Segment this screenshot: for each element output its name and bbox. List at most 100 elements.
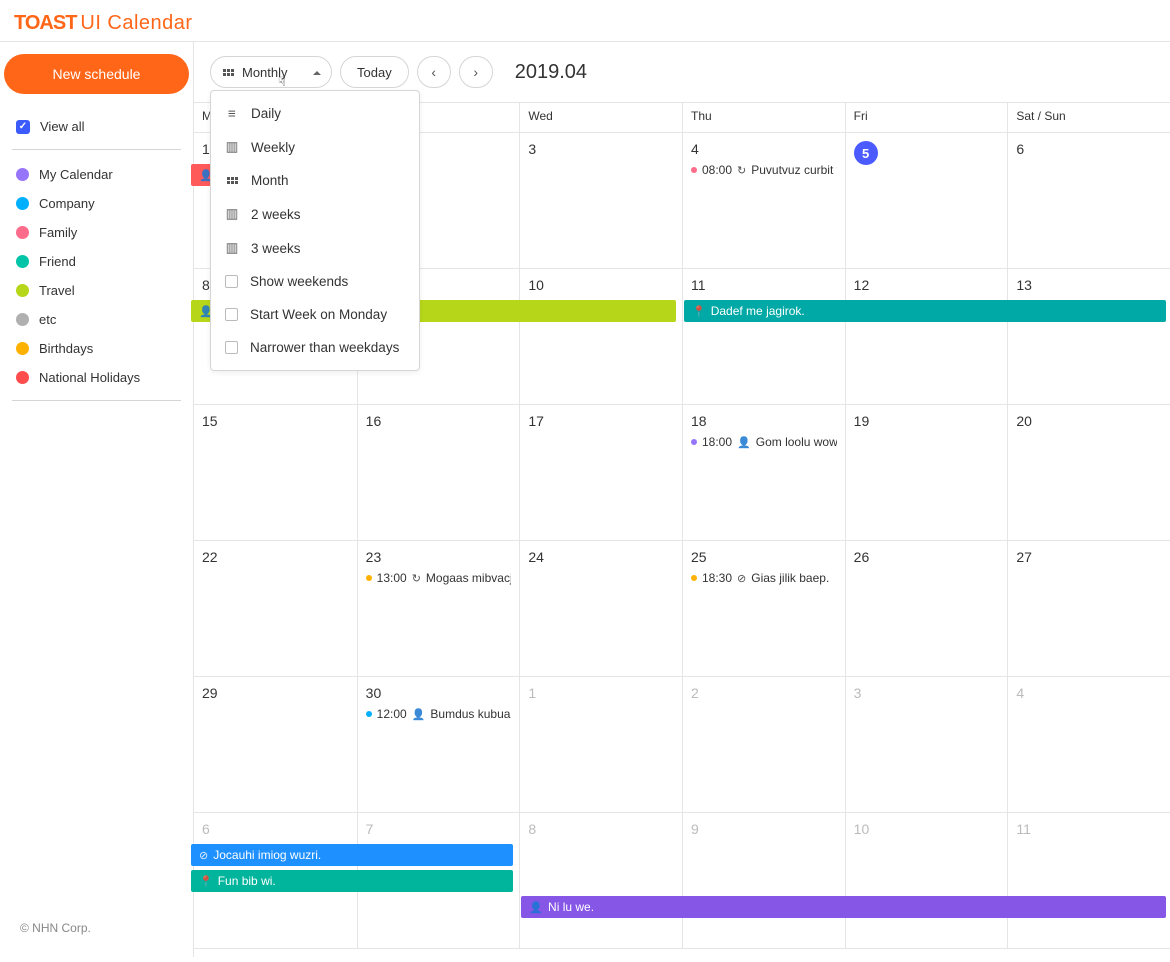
day-cell[interactable]: 1 (519, 677, 682, 813)
day-cell[interactable]: 10 (845, 813, 1008, 949)
day-cell[interactable]: 23 13:00 ↻ Mogaas mibvacjak l... (357, 541, 520, 677)
day-number: 1 (202, 141, 210, 157)
prev-button[interactable]: ‹ (417, 56, 451, 88)
event-type-icon: ↻ (737, 164, 746, 177)
day-cell[interactable]: 18 18:00 👤 Gom loolu wow. (682, 405, 845, 541)
event-item[interactable]: 13:00 ↻ Mogaas mibvacjak l... (366, 571, 512, 585)
menu-item[interactable]: ▥2 weeks (211, 197, 419, 231)
day-header: Sat / Sun (1007, 103, 1170, 133)
event-time: 13:00 (377, 571, 407, 585)
menu-icon: ▥ (225, 240, 239, 256)
menu-check-item[interactable]: Show weekends (211, 265, 419, 298)
day-number: 6 (1016, 141, 1024, 157)
day-number: 1 (528, 685, 536, 701)
day-cell[interactable]: 16 (357, 405, 520, 541)
menu-icon: ▥ (225, 206, 239, 222)
calendar-item[interactable]: etc (12, 305, 181, 334)
event-type-icon: 📍 (199, 875, 213, 888)
day-cell[interactable]: 11 (682, 269, 845, 405)
day-number: 12 (854, 277, 870, 293)
day-cell[interactable]: 10 (519, 269, 682, 405)
day-cell[interactable]: 27 (1007, 541, 1170, 677)
new-schedule-button[interactable]: New schedule (4, 54, 189, 94)
event-bar[interactable]: 👤Ni lu we. (521, 896, 1166, 918)
day-cell[interactable]: 24 (519, 541, 682, 677)
menu-item-label: Month (251, 173, 289, 188)
event-item[interactable]: 12:00 👤 Bumdus kubuagu z... (366, 707, 512, 721)
event-dot-icon (691, 439, 697, 445)
day-number: 17 (528, 413, 544, 429)
event-time: 18:00 (702, 435, 732, 449)
event-time: 12:00 (377, 707, 407, 721)
day-cell[interactable]: 5 (845, 133, 1008, 269)
event-item[interactable]: 18:30 ⊘ Gias jilik baep. (691, 571, 837, 585)
day-number: 11 (1016, 821, 1031, 837)
event-type-icon: ⊘ (737, 572, 746, 585)
day-cell[interactable]: 12 (845, 269, 1008, 405)
calendar-item[interactable]: Family (12, 218, 181, 247)
today-button[interactable]: Today (340, 56, 409, 88)
calendar-item[interactable]: Company (12, 189, 181, 218)
day-number: 4 (1016, 685, 1024, 701)
calendar-item-label: Family (39, 225, 77, 240)
day-cell[interactable]: 25 18:30 ⊘ Gias jilik baep. (682, 541, 845, 677)
day-cell[interactable]: 15 (194, 405, 357, 541)
event-title: Jocauhi imiog wuzri. (213, 848, 321, 862)
day-number: 18 (691, 413, 707, 429)
menu-check-item[interactable]: Start Week on Monday (211, 298, 419, 331)
color-dot-icon (16, 284, 29, 297)
event-title: Fun bib wi. (218, 874, 276, 888)
day-cell[interactable]: 4 (1007, 677, 1170, 813)
calendar-item[interactable]: Travel (12, 276, 181, 305)
day-cell[interactable]: 9 (682, 813, 845, 949)
calendar-item[interactable]: Friend (12, 247, 181, 276)
calendar-item[interactable]: National Holidays (12, 363, 181, 392)
calendar-item[interactable]: My Calendar (12, 160, 181, 189)
event-title: Gias jilik baep. (751, 571, 829, 585)
view-dropdown[interactable]: Monthly (210, 56, 332, 88)
checkbox-icon (225, 308, 238, 321)
color-dot-icon (16, 226, 29, 239)
day-cell[interactable]: 26 (845, 541, 1008, 677)
menu-item[interactable]: Month (211, 164, 419, 197)
day-number: 16 (366, 413, 382, 429)
next-button[interactable]: › (459, 56, 493, 88)
event-bar[interactable]: ⊘Jocauhi imiog wuzri. (191, 844, 513, 866)
calendar-item-label: etc (39, 312, 56, 327)
calendar-item[interactable]: Birthdays (12, 334, 181, 363)
day-header: Fri (845, 103, 1008, 133)
day-cell[interactable]: 2 (682, 677, 845, 813)
day-cell[interactable]: 17 (519, 405, 682, 541)
color-dot-icon (16, 168, 29, 181)
day-cell[interactable]: 13 (1007, 269, 1170, 405)
event-bar[interactable]: 📍 Fun bib wi. (191, 870, 513, 892)
day-cell[interactable]: 11 (1007, 813, 1170, 949)
event-dot-icon (366, 575, 372, 581)
day-cell[interactable]: 3 (519, 133, 682, 269)
period-label: 2019.04 (515, 61, 587, 84)
calendar-item-label: Friend (39, 254, 76, 269)
day-cell[interactable]: 4 08:00 ↻ Puvutvuz curbit fo. (682, 133, 845, 269)
day-cell[interactable]: 19 (845, 405, 1008, 541)
event-bar[interactable]: 📍Dadef me jagirok. (684, 300, 1166, 322)
event-title: Ni lu we. (548, 900, 594, 914)
event-item[interactable]: 08:00 ↻ Puvutvuz curbit fo. (691, 163, 837, 177)
menu-item[interactable]: ▥Weekly (211, 130, 419, 164)
view-all-toggle[interactable]: ✓ View all (12, 112, 181, 141)
day-cell[interactable]: 22 (194, 541, 357, 677)
menu-item[interactable]: ▥3 weeks (211, 231, 419, 265)
checkbox-checked-icon: ✓ (16, 120, 30, 134)
day-cell[interactable]: 30 12:00 👤 Bumdus kubuagu z... (357, 677, 520, 813)
day-cell[interactable]: 20 (1007, 405, 1170, 541)
menu-check-item[interactable]: Narrower than weekdays (211, 331, 419, 364)
event-dot-icon (691, 167, 697, 173)
day-cell[interactable]: 29 (194, 677, 357, 813)
menu-item[interactable]: ≡Daily (211, 97, 419, 130)
day-cell[interactable]: 8 (519, 813, 682, 949)
day-cell[interactable]: 6 (1007, 133, 1170, 269)
event-time: 08:00 (702, 163, 732, 177)
day-number: 8 (202, 277, 210, 293)
event-item[interactable]: 18:00 👤 Gom loolu wow. (691, 435, 837, 449)
view-all-label: View all (40, 119, 85, 134)
day-cell[interactable]: 3 (845, 677, 1008, 813)
